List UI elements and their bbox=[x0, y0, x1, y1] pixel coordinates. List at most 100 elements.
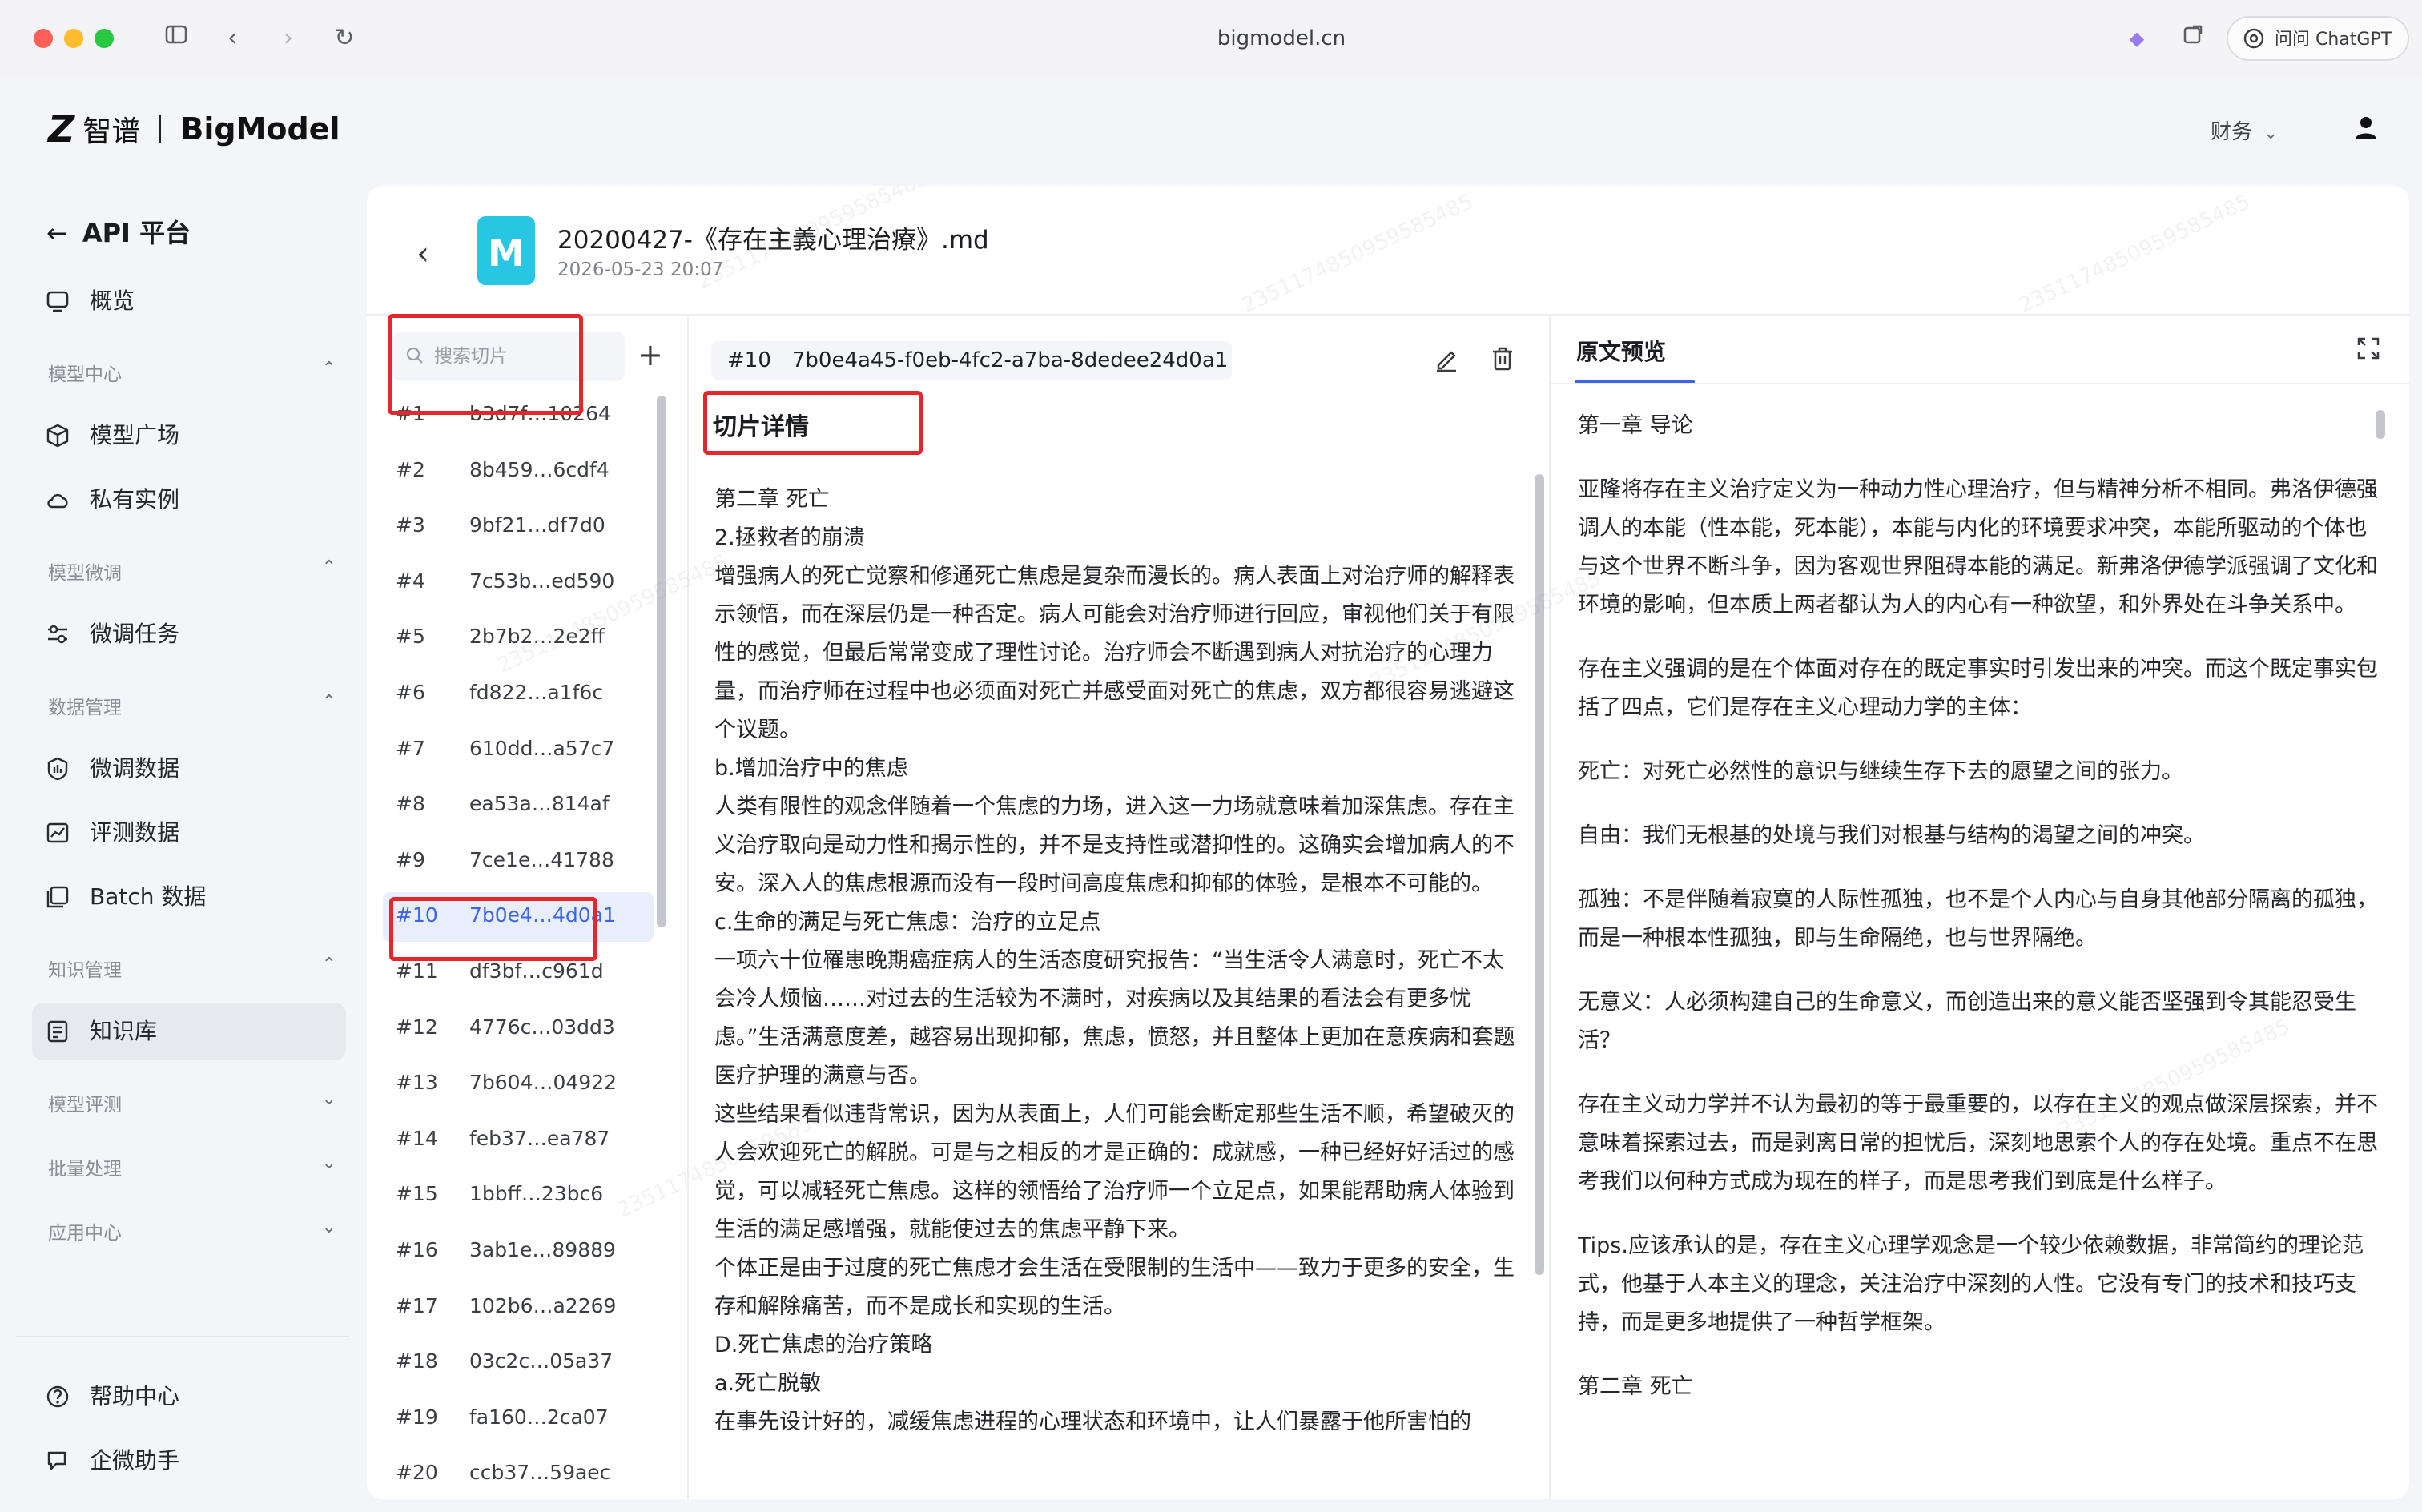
slice-row[interactable]: #19 fa160…2ca07 bbox=[383, 1394, 654, 1444]
address-bar[interactable]: bigmodel.cn bbox=[1041, 21, 1522, 56]
slice-row[interactable]: #14 feb37…ea787 bbox=[383, 1116, 654, 1165]
slice-row[interactable]: #4 7c53b…ed590 bbox=[383, 558, 654, 608]
chevron-up-icon: ⌃ bbox=[321, 557, 336, 577]
api-platform-back[interactable]: ← API 平台 bbox=[46, 213, 191, 250]
preview-scrollbar[interactable] bbox=[2376, 410, 2385, 439]
slice-row[interactable]: #9 7ce1e…41788 bbox=[383, 837, 654, 887]
reload-icon[interactable]: ↻ bbox=[328, 22, 360, 54]
slice-row[interactable]: #7 610dd…a57c7 bbox=[383, 726, 654, 775]
user-icon[interactable] bbox=[2352, 114, 2380, 143]
slice-list-scrollbar[interactable] bbox=[657, 396, 666, 927]
section-model-finetune[interactable]: 模型微调 ⌃ bbox=[48, 557, 336, 585]
sidebar-item-assistant[interactable]: 企微助手 bbox=[32, 1432, 346, 1490]
slice-row[interactable]: #12 4776c…03dd3 bbox=[383, 1004, 654, 1054]
slice-row[interactable]: #6 fd822…a1f6c bbox=[383, 670, 654, 719]
sidebar-item-private-instance[interactable]: 私有实例 bbox=[32, 471, 346, 529]
section-batch[interactable]: 批量处理 ⌄ bbox=[48, 1153, 336, 1180]
sidebar-item-knowledge-base[interactable]: 知识库 bbox=[32, 1003, 346, 1060]
trash-icon[interactable] bbox=[1488, 344, 1517, 373]
preview-paragraph: 第一章 导论 bbox=[1578, 413, 1693, 438]
slice-row[interactable]: #5 2b7b2…2e2ff bbox=[383, 613, 654, 663]
forward-arrow-icon[interactable]: › bbox=[272, 22, 304, 54]
slice-row[interactable]: #13 7b604…04922 bbox=[383, 1060, 654, 1109]
sidebar-item-batch-data[interactable]: Batch 数据 bbox=[32, 868, 346, 926]
sidebar-item-eval-data[interactable]: 评测数据 bbox=[32, 804, 346, 862]
browser-toolbar: ‹ › ↻ bigmodel.cn ◆ 问问 ChatGPT bbox=[0, 0, 2422, 78]
slice-row[interactable]: #20 ccb37…59aec bbox=[383, 1450, 654, 1499]
slice-id: 7b0e4a45-f0eb-4fc2-a7ba-8dedee24d0a1 bbox=[791, 348, 1229, 372]
preview-paragraph: 存在主义动力学并不认为最初的等于最重要的，以存在主义的观点做深层探索，并不意味着… bbox=[1578, 1092, 2378, 1194]
slice-row-number: #12 bbox=[396, 1015, 438, 1039]
section-knowledge-mgmt[interactable]: 知识管理 ⌃ bbox=[48, 955, 336, 982]
sidebar-divider bbox=[16, 1336, 349, 1337]
slice-row-number: #13 bbox=[396, 1071, 438, 1095]
slice-row[interactable]: #8 ea53a…814af bbox=[383, 781, 654, 830]
slice-row-hash: 2b7b2…2e2ff bbox=[469, 625, 605, 649]
section-data-mgmt[interactable]: 数据管理 ⌃ bbox=[48, 692, 336, 719]
annotation-box-search bbox=[388, 314, 583, 415]
slice-row-number: #7 bbox=[396, 736, 425, 760]
detail-scrollbar[interactable] bbox=[1535, 474, 1544, 1275]
monitor-icon bbox=[46, 291, 69, 312]
slice-row[interactable]: #2 8b459…6cdf4 bbox=[383, 447, 654, 497]
chevron-down-icon: ⌄ bbox=[321, 1217, 336, 1237]
chevron-up-icon: ⌃ bbox=[321, 955, 336, 975]
add-slice-icon[interactable]: + bbox=[638, 335, 663, 375]
section-label: 数据管理 bbox=[48, 698, 122, 718]
sidebar-item-label: 企微助手 bbox=[90, 1447, 180, 1474]
sidebar-item-label: 概览 bbox=[90, 288, 135, 314]
batch-icon bbox=[46, 886, 69, 908]
chart-icon bbox=[46, 822, 69, 843]
extension-icon[interactable]: ◆ bbox=[2121, 22, 2153, 54]
slice-row-hash: 3ab1e…89889 bbox=[469, 1238, 616, 1261]
preview-paragraph: 自由：我们无根基的处境与我们对根基与结构的渴望之间的冲突。 bbox=[1578, 823, 2205, 848]
sidebar-item-overview[interactable]: 概览 bbox=[32, 272, 346, 330]
bigmodel-logo[interactable]: Z 智谱 BigModel bbox=[48, 107, 340, 151]
window-minimize-button[interactable] bbox=[64, 29, 83, 48]
sidebar-toggle-icon[interactable] bbox=[160, 22, 192, 54]
column-divider bbox=[687, 316, 689, 1499]
section-model-center[interactable]: 模型中心 ⌃ bbox=[48, 359, 336, 386]
tab-original-preview[interactable]: 原文预览 bbox=[1576, 335, 1666, 367]
chevron-up-icon: ⌃ bbox=[321, 359, 336, 379]
share-icon[interactable] bbox=[2177, 22, 2209, 54]
slice-row[interactable]: #3 9bf21…df7d0 bbox=[383, 502, 654, 552]
slice-row[interactable]: #18 03c2c…05a37 bbox=[383, 1338, 654, 1388]
window-close-button[interactable] bbox=[34, 29, 53, 48]
window-zoom-button[interactable] bbox=[95, 29, 114, 48]
slice-row-hash: fd822…a1f6c bbox=[469, 681, 604, 704]
slice-row-number: #17 bbox=[396, 1293, 438, 1317]
slice-row[interactable]: #16 3ab1e…89889 bbox=[383, 1227, 654, 1277]
annotation-box-detail-title bbox=[703, 391, 923, 455]
slice-row[interactable]: #15 1bbff…23bc6 bbox=[383, 1171, 654, 1220]
slice-row-hash: 7b604…04922 bbox=[469, 1071, 618, 1095]
slice-row-number: #16 bbox=[396, 1238, 438, 1261]
sidebar-item-label: 评测数据 bbox=[90, 819, 180, 846]
sidebar-item-help[interactable]: 帮助中心 bbox=[32, 1368, 346, 1426]
slice-row[interactable]: #17 102b6…a2269 bbox=[383, 1283, 654, 1333]
chevron-down-icon: ⌄ bbox=[2263, 123, 2279, 143]
slice-row-number: #5 bbox=[396, 625, 425, 649]
ask-chatgpt-button[interactable]: 问问 ChatGPT bbox=[2227, 16, 2409, 61]
finance-menu[interactable]: 财务 ⌄ bbox=[2211, 115, 2278, 145]
section-app-center[interactable]: 应用中心 ⌄ bbox=[48, 1217, 336, 1245]
preview-paragraph: 第二章 死亡 bbox=[1578, 1374, 1693, 1399]
fullscreen-icon[interactable] bbox=[2355, 335, 2382, 362]
watermark: 2351174850959585485 bbox=[2015, 189, 2254, 319]
sidebar-item-finetune-data[interactable]: 微调数据 bbox=[32, 740, 346, 798]
back-icon[interactable]: ‹ bbox=[416, 235, 429, 272]
slice-row-hash: df3bf…c961d bbox=[469, 959, 604, 983]
api-platform-title: API 平台 bbox=[82, 218, 191, 248]
chevron-down-icon: ⌄ bbox=[321, 1153, 336, 1173]
edit-icon[interactable] bbox=[1432, 344, 1461, 373]
section-label: 模型中心 bbox=[48, 364, 122, 385]
slice-row-number: #14 bbox=[396, 1126, 438, 1150]
back-arrow-icon[interactable]: ‹ bbox=[216, 22, 248, 54]
section-model-eval[interactable]: 模型评测 ⌄ bbox=[48, 1089, 336, 1116]
sidebar-item-finetune-task[interactable]: 微调任务 bbox=[32, 605, 346, 663]
slice-row-number: #9 bbox=[396, 847, 425, 871]
detail-paragraph: b.增加治疗中的焦虑 bbox=[714, 756, 908, 781]
slice-row-number: #6 bbox=[396, 681, 425, 704]
original-preview-content[interactable]: 第一章 导论 亚隆将存在主义治疗定义为一种动力性心理治疗，但与精神分析不相同。弗洛… bbox=[1578, 407, 2379, 1499]
sidebar-item-model-square[interactable]: 模型广场 bbox=[32, 407, 346, 464]
